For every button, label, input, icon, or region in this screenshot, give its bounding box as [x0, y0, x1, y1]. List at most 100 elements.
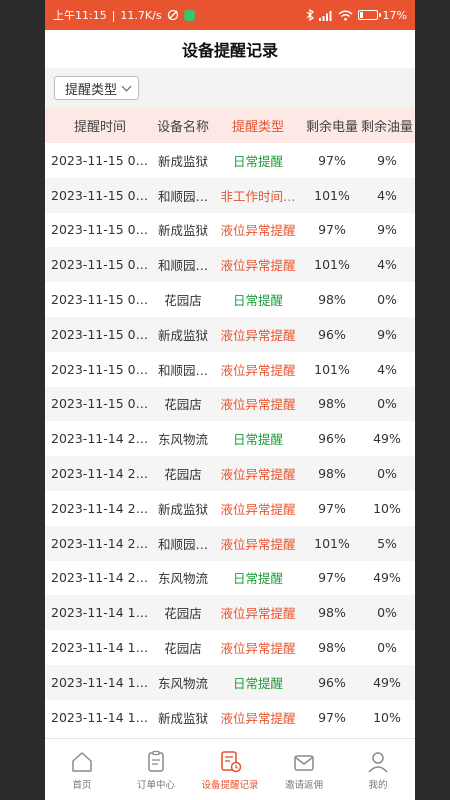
cell-device: 花园店: [164, 641, 202, 657]
battery-value: 17: [382, 8, 397, 22]
cell-power: 97%: [318, 500, 346, 516]
cell-oil: 0%: [377, 605, 397, 621]
table-row[interactable]: 2023-11-15 03:01 花园店 日常提醒 98% 0%: [45, 282, 415, 317]
cell-oil: 4%: [377, 187, 397, 203]
cell-alert-type: 液位异常提醒: [220, 501, 296, 517]
cell-device: 花园店: [164, 606, 202, 622]
cell-oil: 0%: [377, 466, 397, 482]
cell-oil: 10%: [373, 709, 401, 725]
wifi-icon: [338, 10, 352, 21]
cell-time: 2023-11-14 21:05: [51, 431, 155, 447]
column-header-oil[interactable]: 剩余油量: [359, 116, 415, 135]
security-shield-icon: [183, 9, 195, 21]
cell-device: 花园店: [164, 293, 202, 309]
table-row[interactable]: 2023-11-15 02:38 新成监狱 液位异常提醒 96% 9%: [45, 316, 415, 352]
nav-item-home[interactable]: 首页: [45, 739, 119, 800]
table-row[interactable]: 2023-11-15 02:21 和顺园… 液位异常提醒 101% 4%: [45, 352, 415, 387]
cell-time: 2023-11-15 03:57: [51, 187, 155, 203]
cell-alert-type: 液位异常提醒: [220, 710, 296, 726]
table-row[interactable]: 2023-11-14 20:50 花园店 液位异常提醒 98% 0%: [45, 456, 415, 491]
cell-time: 2023-11-15 02:38: [51, 326, 155, 342]
profile-icon: [368, 752, 388, 773]
cell-time: 2023-11-15 03:33: [51, 222, 155, 238]
cell-device: 东风物流: [157, 675, 208, 691]
status-right: 17%: [306, 9, 407, 22]
cell-power: 96%: [318, 431, 346, 447]
column-header-power[interactable]: 剩余电量: [305, 116, 359, 135]
cell-oil: 49%: [373, 674, 401, 690]
cell-power: 96%: [318, 674, 346, 690]
bottom-navigation: 首页 订单中心 设备提醒记录 邀请返佣 我的: [45, 738, 415, 800]
nav-item-order-clipboard[interactable]: 订单中心: [119, 739, 193, 800]
filter-bar: 提醒类型: [45, 68, 415, 108]
battery-icon: [357, 10, 381, 20]
cell-device: 和顺园…: [157, 536, 208, 552]
filter-label: 提醒类型: [65, 82, 118, 98]
cell-alert-type: 液位异常提醒: [220, 327, 296, 343]
table-row[interactable]: 2023-11-14 21:05 东风物流 日常提醒 96% 49%: [45, 421, 415, 456]
table-row[interactable]: 2023-11-14 18:19 花园店 液位异常提醒 98% 0%: [45, 630, 415, 665]
page-header: 设备提醒记录: [45, 30, 415, 68]
cell-oil: 4%: [377, 361, 397, 377]
table-row[interactable]: 2023-11-15 04:00 新成监狱 日常提醒 97% 9%: [45, 143, 415, 178]
cell-oil: 9%: [377, 152, 397, 168]
cell-alert-type: 液位异常提醒: [220, 467, 296, 483]
cell-time: 2023-11-14 20:13: [51, 570, 155, 586]
nav-item-alert-record[interactable]: 设备提醒记录: [193, 739, 267, 800]
cell-alert-type: 液位异常提醒: [220, 223, 296, 239]
nav-label: 首页: [72, 780, 92, 791]
nav-item-profile[interactable]: 我的: [341, 739, 415, 800]
table-row[interactable]: 2023-11-15 03:33 新成监狱 液位异常提醒 97% 9%: [45, 213, 415, 248]
cell-oil: 4%: [377, 257, 397, 273]
table-row[interactable]: 2023-11-15 03:57 和顺园… 非工作时间… 101% 4%: [45, 177, 415, 213]
bluetooth-icon: [306, 9, 314, 21]
cell-power: 97%: [318, 222, 346, 238]
cell-device: 花园店: [164, 397, 202, 413]
cell-time: 2023-11-14 20:50: [51, 466, 155, 482]
table-header: 提醒时间 设备名称 提醒类型 剩余电量 剩余油量: [45, 108, 415, 143]
cell-alert-type: 液位异常提醒: [220, 258, 296, 274]
cell-signal-icon: [318, 10, 332, 21]
cell-alert-type: 液位异常提醒: [220, 362, 296, 378]
nav-label: 我的: [368, 780, 388, 791]
alert-record-icon: [221, 751, 242, 773]
cell-alert-type: 非工作时间…: [220, 188, 296, 204]
nav-item-invite-mail[interactable]: 邀请返佣: [267, 739, 341, 800]
table-row[interactable]: 2023-11-15 02:11 花园店 液位异常提醒 98% 0%: [45, 386, 415, 422]
cell-alert-type: 日常提醒: [232, 675, 283, 691]
phone-screen: 上午11:15 | 11.7K/s 17% 设备提醒记录 提醒类型 提醒时间 设…: [45, 0, 415, 800]
alert-type-filter-dropdown[interactable]: 提醒类型: [54, 76, 140, 100]
table-row[interactable]: 2023-11-14 20:20 和顺园… 液位异常提醒 101% 5%: [45, 525, 415, 561]
table-row[interactable]: 2023-11-14 13:33 新成监狱 液位异常提醒 97% 10%: [45, 700, 415, 735]
cell-device: 和顺园…: [157, 258, 208, 274]
cell-device: 东风物流: [157, 432, 208, 448]
status-left: 上午11:15 | 11.7K/s: [53, 7, 195, 23]
column-header-alert-type[interactable]: 提醒类型: [211, 116, 305, 135]
cell-alert-type: 日常提醒: [232, 432, 283, 448]
cell-power: 101%: [314, 361, 350, 377]
table-row[interactable]: 2023-11-14 20:28 新成监狱 液位异常提醒 97% 10%: [45, 491, 415, 526]
cell-oil: 5%: [377, 535, 397, 551]
cell-time: 2023-11-14 19:10: [51, 605, 155, 621]
table-row[interactable]: 2023-11-14 19:10 花园店 液位异常提醒 98% 0%: [45, 595, 415, 631]
cell-power: 98%: [318, 640, 346, 656]
cell-device: 东风物流: [157, 571, 208, 587]
cell-time: 2023-11-14 20:20: [51, 535, 155, 551]
column-header-time[interactable]: 提醒时间: [45, 116, 155, 135]
status-time: 上午11:15: [53, 9, 107, 22]
table-row[interactable]: 2023-11-14 13:37 东风物流 日常提醒 96% 49%: [45, 664, 415, 700]
column-header-device[interactable]: 设备名称: [155, 116, 211, 135]
order-clipboard-icon: [148, 750, 164, 772]
table-body: 2023-11-15 04:00 新成监狱 日常提醒 97% 9% 2023-11-15 …: [45, 143, 415, 735]
cell-power: 101%: [314, 257, 350, 273]
battery-percent: 17%: [382, 8, 407, 22]
home-icon: [72, 752, 92, 772]
nav-label: 设备提醒记录: [201, 780, 259, 791]
cell-oil: 0%: [377, 396, 397, 412]
cell-device: 新成监狱: [157, 710, 208, 726]
table-row[interactable]: 2023-11-14 20:13 东风物流 日常提醒 97% 49%: [45, 561, 415, 596]
cell-time: 2023-11-14 13:37: [51, 674, 155, 690]
table-row[interactable]: 2023-11-15 03:08 和顺园… 液位异常提醒 101% 4%: [45, 247, 415, 283]
cell-device: 和顺园…: [157, 188, 208, 204]
cell-oil: 49%: [373, 570, 401, 586]
